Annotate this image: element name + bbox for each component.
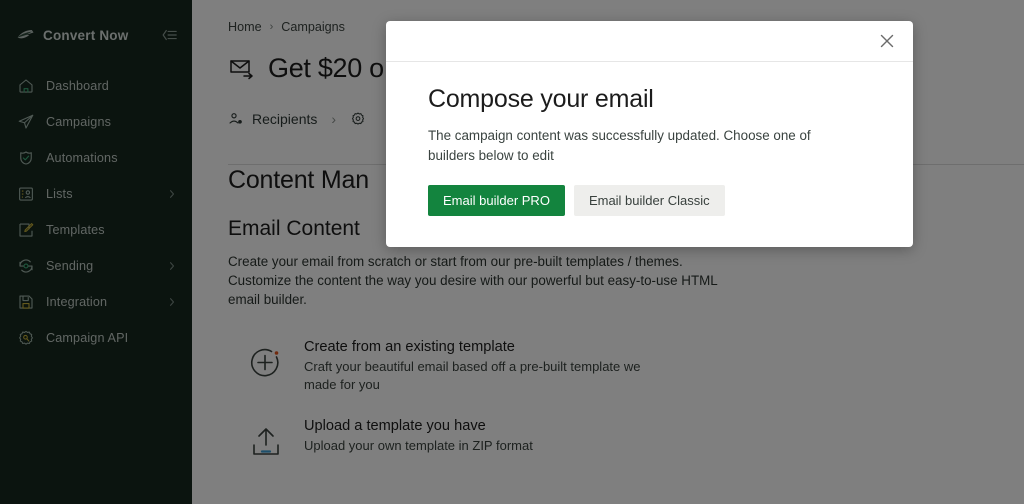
modal-header — [386, 21, 913, 62]
email-builder-classic-button[interactable]: Email builder Classic — [573, 185, 725, 216]
compose-email-modal: Compose your email The campaign content … — [386, 21, 913, 247]
modal-actions: Email builder PRO Email builder Classic — [428, 185, 871, 216]
close-icon[interactable] — [877, 31, 897, 51]
email-builder-pro-button[interactable]: Email builder PRO — [428, 185, 565, 216]
app-root: Convert Now Dashboard — [0, 0, 1024, 504]
modal-description: The campaign content was successfully up… — [428, 128, 811, 163]
modal-body: Compose your email The campaign content … — [386, 62, 913, 216]
modal-title: Compose your email — [428, 85, 654, 113]
